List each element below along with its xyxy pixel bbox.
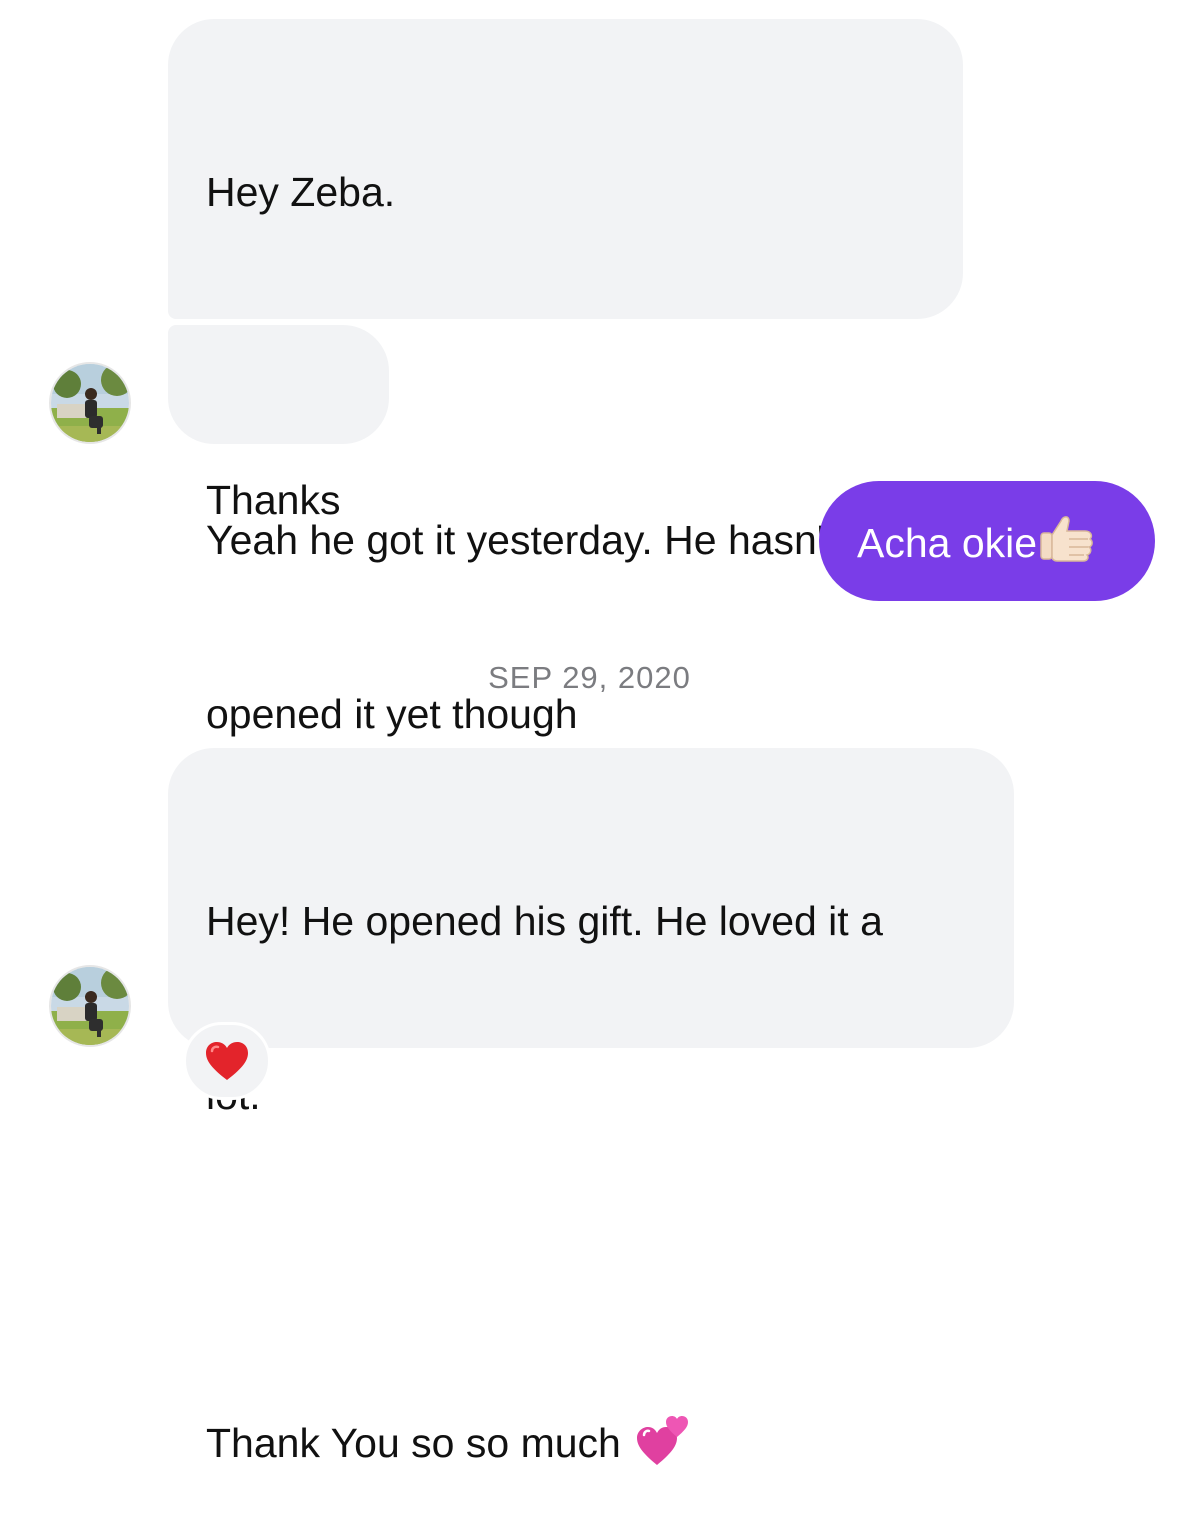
avatar[interactable] xyxy=(49,965,131,1047)
incoming-message-bubble[interactable]: Hey! He opened his gift. He loved it a l… xyxy=(168,748,1014,1466)
message-text: Thanks xyxy=(206,477,341,523)
two-hearts-icon xyxy=(635,1415,691,1482)
incoming-message-bubble[interactable]: Thanks xyxy=(168,325,389,523)
date-separator: SEP 29, 2020 xyxy=(488,660,691,695)
avatar-photo xyxy=(51,967,129,1045)
message-reaction[interactable] xyxy=(183,1022,271,1100)
outgoing-message-bubble[interactable]: Acha okie xyxy=(819,481,1155,601)
message-text: Acha okie xyxy=(857,520,1038,566)
red-heart-icon xyxy=(206,1042,248,1080)
message-text-line: Hey Zeba. xyxy=(206,169,396,215)
message-text-line: Hey! He opened his gift. He loved it a xyxy=(206,898,883,944)
avatar[interactable] xyxy=(49,362,131,444)
incoming-message-bubble[interactable]: Hey Zeba. Yeah he got it yesterday. He h… xyxy=(168,19,963,737)
thumbs-up-icon xyxy=(1039,511,1095,578)
message-text: Thank You so so much xyxy=(206,1420,621,1466)
message-text-line-with-emoji: Thank You so so much xyxy=(206,1414,976,1482)
message-text-line: lot. xyxy=(206,1066,976,1124)
avatar-photo xyxy=(51,364,129,442)
